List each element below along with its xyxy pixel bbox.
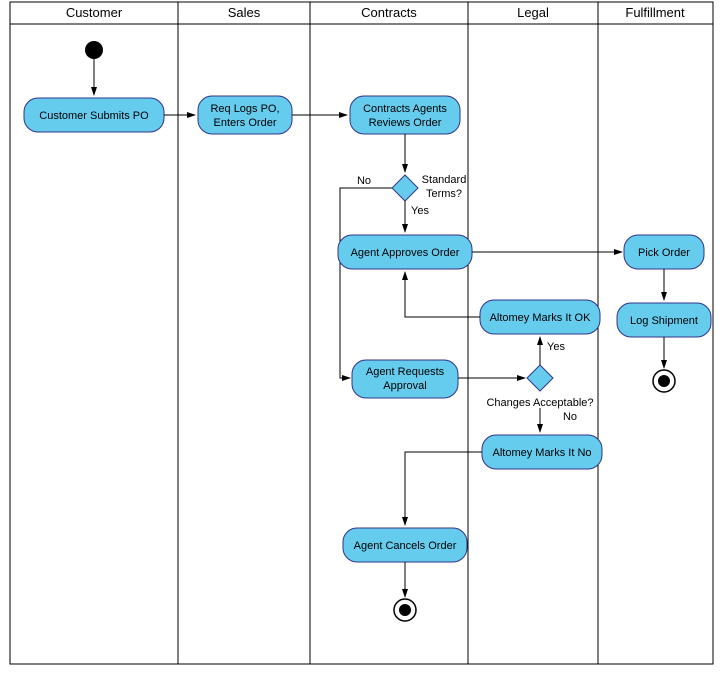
lane-contracts-header: Contracts (361, 5, 417, 20)
activity-attno: Altomey Marks It No (482, 435, 602, 469)
activity-reqlogs-label1: Req Logs PO, (210, 103, 279, 115)
label-stdterms-yes: Yes (411, 205, 429, 217)
activity-attno-label: Altomey Marks It No (492, 447, 591, 459)
decision-stdterms: Standard Terms? (392, 174, 466, 201)
label-changes-yes: Yes (547, 341, 565, 353)
activity-review-label2: Reviews Order (369, 117, 442, 129)
lane-customer-header: Customer (66, 5, 123, 20)
label-stdterms-no: No (357, 175, 371, 187)
decision-changes-label: Changes Acceptable? (486, 397, 593, 409)
final-node-fulfillment (653, 370, 675, 392)
edge-stdterms-no (340, 188, 392, 378)
decision-changes: Changes Acceptable? (486, 365, 593, 409)
activity-submit: Customer Submits PO (24, 98, 164, 132)
final-node-contracts (394, 599, 416, 621)
decision-stdterms-label2: Terms? (426, 188, 462, 200)
activity-review: Contracts Agents Reviews Order (350, 96, 460, 134)
activity-reqapprove: Agent Requests Approval (352, 360, 458, 398)
activity-reqapprove-label1: Agent Requests (366, 366, 445, 378)
edge-attok-approve (405, 272, 480, 317)
activity-attok-label: Altomey Marks It OK (490, 312, 592, 324)
activity-logship: Log Shipment (617, 303, 711, 337)
decision-stdterms-label1: Standard (422, 174, 467, 186)
activity-attok: Altomey Marks It OK (480, 300, 600, 334)
activity-diagram: Customer Sales Contracts Legal Fulfillme… (0, 0, 723, 674)
activity-pick: Pick Order (624, 235, 704, 269)
activity-reqlogs: Req Logs PO, Enters Order (198, 96, 292, 134)
activity-pick-label: Pick Order (638, 247, 690, 259)
activity-review-label1: Contracts Agents (363, 103, 447, 115)
activity-approve-label: Agent Approves Order (351, 247, 460, 259)
label-changes-no: No (563, 411, 577, 423)
activity-submit-label: Customer Submits PO (39, 110, 149, 122)
activity-approve: Agent Approves Order (338, 235, 472, 269)
activity-reqapprove-label2: Approval (383, 380, 426, 392)
activity-reqlogs-label2: Enters Order (214, 117, 277, 129)
activity-cancel-label: Agent Cancels Order (354, 540, 457, 552)
activity-cancel: Agent Cancels Order (343, 528, 467, 562)
lane-fulfillment-header: Fulfillment (625, 5, 685, 20)
lane-sales-header: Sales (228, 5, 261, 20)
edge-attno-cancel (405, 452, 482, 525)
initial-node (85, 41, 103, 59)
lane-legal-header: Legal (517, 5, 549, 20)
activity-logship-label: Log Shipment (630, 315, 698, 327)
